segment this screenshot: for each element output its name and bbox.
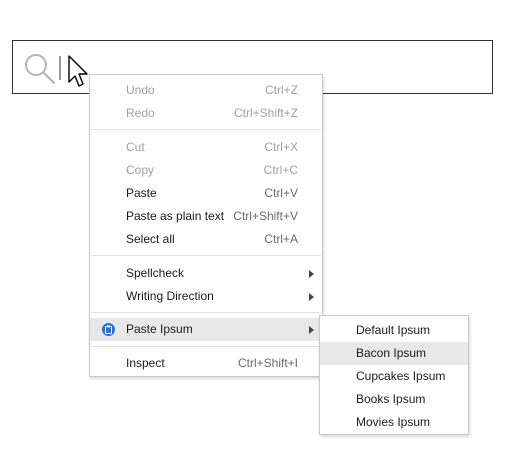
submenu-item-cupcakes-ipsum[interactable]: Cupcakes Ipsum bbox=[320, 365, 468, 388]
search-icon bbox=[23, 52, 57, 86]
context-menu: Undo Ctrl+Z Redo Ctrl+Shift+Z Cut Ctrl+X… bbox=[89, 74, 323, 377]
menu-item-label: Redo bbox=[126, 106, 155, 120]
menu-item-cut[interactable]: Cut Ctrl+X bbox=[90, 136, 322, 159]
submenu-item-movies-ipsum[interactable]: Movies Ipsum bbox=[320, 411, 468, 434]
menu-item-copy[interactable]: Copy Ctrl+C bbox=[90, 159, 322, 182]
menu-item-select-all[interactable]: Select all Ctrl+A bbox=[90, 228, 322, 251]
clipboard-icon bbox=[102, 323, 115, 336]
menu-item-redo[interactable]: Redo Ctrl+Shift+Z bbox=[90, 102, 322, 125]
menu-item-label: Copy bbox=[126, 163, 155, 177]
menu-item-shortcut: Ctrl+Z bbox=[265, 83, 298, 97]
menu-separator bbox=[91, 312, 321, 313]
menu-item-writing-direction[interactable]: Writing Direction bbox=[90, 285, 322, 308]
chevron-right-icon bbox=[309, 270, 314, 278]
submenu-item-default-ipsum[interactable]: Default Ipsum bbox=[320, 319, 468, 342]
menu-item-shortcut: Ctrl+Shift+I bbox=[237, 356, 298, 370]
submenu-item-label: Movies Ipsum bbox=[356, 415, 431, 429]
paste-ipsum-submenu: Default Ipsum Bacon Ipsum Cupcakes Ipsum… bbox=[319, 315, 469, 435]
menu-item-label: Inspect bbox=[126, 356, 165, 370]
chevron-right-icon bbox=[309, 326, 314, 334]
menu-item-label: Spellcheck bbox=[126, 266, 185, 280]
menu-item-spellcheck[interactable]: Spellcheck bbox=[90, 262, 322, 285]
menu-item-label: Select all bbox=[126, 232, 175, 246]
menu-item-inspect[interactable]: Inspect Ctrl+Shift+I bbox=[90, 352, 322, 375]
menu-item-label: Undo bbox=[126, 83, 155, 97]
menu-item-shortcut: Ctrl+C bbox=[263, 163, 298, 177]
menu-item-shortcut: Ctrl+X bbox=[264, 140, 298, 154]
menu-separator bbox=[91, 346, 321, 347]
menu-item-shortcut: Ctrl+Shift+V bbox=[233, 209, 298, 223]
menu-item-label: Cut bbox=[126, 140, 145, 154]
submenu-item-label: Default Ipsum bbox=[356, 323, 431, 337]
submenu-item-label: Books Ipsum bbox=[356, 392, 426, 406]
chevron-right-icon bbox=[309, 293, 314, 301]
menu-item-label: Paste Ipsum bbox=[126, 322, 193, 336]
menu-item-shortcut: Ctrl+A bbox=[264, 232, 298, 246]
mouse-pointer-icon bbox=[68, 55, 90, 89]
menu-item-undo[interactable]: Undo Ctrl+Z bbox=[90, 79, 322, 102]
submenu-item-label: Cupcakes Ipsum bbox=[356, 369, 446, 383]
menu-item-shortcut: Ctrl+Shift+Z bbox=[233, 106, 298, 120]
menu-item-label: Writing Direction bbox=[126, 289, 214, 303]
text-caret bbox=[59, 56, 61, 80]
submenu-item-label: Bacon Ipsum bbox=[356, 346, 427, 360]
menu-item-paste-ipsum[interactable]: Paste Ipsum bbox=[90, 318, 322, 341]
submenu-item-books-ipsum[interactable]: Books Ipsum bbox=[320, 388, 468, 411]
menu-item-paste[interactable]: Paste Ctrl+V bbox=[90, 182, 322, 205]
menu-separator bbox=[91, 129, 321, 130]
menu-item-label: Paste bbox=[126, 186, 157, 200]
menu-item-paste-plain-text[interactable]: Paste as plain text Ctrl+Shift+V bbox=[90, 205, 322, 228]
menu-separator bbox=[91, 255, 321, 256]
menu-item-shortcut: Ctrl+V bbox=[264, 186, 298, 200]
submenu-item-bacon-ipsum[interactable]: Bacon Ipsum bbox=[320, 342, 468, 365]
menu-item-label: Paste as plain text bbox=[126, 209, 225, 223]
